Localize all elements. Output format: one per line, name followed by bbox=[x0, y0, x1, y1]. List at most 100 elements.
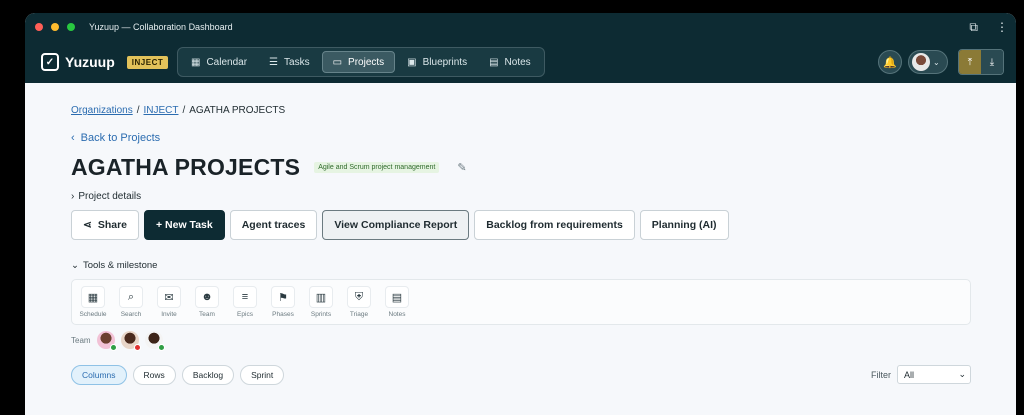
user-menu-button[interactable]: ⌄ bbox=[908, 50, 948, 74]
nav-tasks[interactable]: ☰ Tasks bbox=[259, 51, 320, 73]
tool-label: Schedule bbox=[79, 311, 107, 318]
view-columns-chip[interactable]: Columns bbox=[71, 365, 127, 385]
share-icon: ⋖ bbox=[83, 219, 92, 231]
filter-group: Filter All ⌄ bbox=[871, 365, 971, 384]
new-task-button[interactable]: + New Task bbox=[144, 210, 225, 240]
tool-invite[interactable]: ✉ Invite bbox=[152, 280, 186, 324]
breadcrumb-separator: / bbox=[136, 105, 140, 116]
app-name: Yuzuup bbox=[65, 54, 115, 70]
app-header: ✓ Yuzuup INJECT ▦ Calendar ☰ Tasks ▭ Pro… bbox=[25, 41, 1016, 83]
minimize-window-button[interactable] bbox=[51, 23, 59, 31]
avatar[interactable] bbox=[144, 331, 165, 351]
search-icon: ⌕ bbox=[119, 286, 143, 308]
logo-icon: ✓ bbox=[41, 53, 59, 71]
app-window: Yuzuup — Collaboration Dashboard ⧉ ⋮ ✓ Y… bbox=[25, 13, 1016, 415]
project-type-tag: Agile and Scrum project management bbox=[314, 162, 440, 173]
view-backlog-chip[interactable]: Backlog bbox=[181, 365, 235, 385]
tool-sprints[interactable]: ▥ Sprints bbox=[304, 280, 338, 324]
tool-triage[interactable]: ⛨ Triage bbox=[342, 280, 376, 324]
download-icon[interactable]: ⤓ bbox=[981, 50, 1003, 74]
back-to-projects-link[interactable]: ‹ Back to Projects bbox=[71, 132, 971, 144]
view-compliance-report-button[interactable]: View Compliance Report bbox=[322, 210, 470, 240]
notifications-button[interactable]: 🔔 bbox=[878, 50, 902, 74]
nav-calendar[interactable]: ▦ Calendar bbox=[181, 51, 257, 73]
tool-label: Triage bbox=[349, 311, 369, 318]
back-link-label: Back to Projects bbox=[80, 132, 161, 144]
project-details-toggle[interactable]: › Project details bbox=[71, 191, 971, 202]
maximize-window-button[interactable] bbox=[67, 23, 75, 31]
nav-notes[interactable]: ▤ Notes bbox=[479, 51, 541, 73]
close-window-button[interactable] bbox=[35, 23, 43, 31]
nav-label: Notes bbox=[504, 56, 531, 68]
tool-label: Sprints bbox=[310, 311, 332, 318]
tool-label: Search bbox=[120, 311, 142, 318]
shield-icon: ⛨ bbox=[347, 286, 371, 308]
tool-label: Epics bbox=[237, 311, 253, 318]
extensions-icon[interactable]: ⧉ bbox=[969, 20, 978, 35]
nav-label: Projects bbox=[348, 56, 385, 68]
main-nav: ▦ Calendar ☰ Tasks ▭ Projects ▣ Blueprin… bbox=[177, 47, 545, 77]
new-task-label: + New Task bbox=[156, 219, 213, 231]
tool-schedule[interactable]: ▦ Schedule bbox=[76, 280, 110, 324]
edit-icon[interactable]: ✎ bbox=[457, 161, 466, 174]
planning-ai-button[interactable]: Planning (AI) bbox=[639, 210, 729, 240]
view-switcher: Columns Rows Backlog Sprint Filter All ⌄ bbox=[71, 365, 971, 385]
notes-icon: ▤ bbox=[489, 56, 499, 68]
avatar[interactable] bbox=[96, 331, 117, 351]
mail-icon: ✉ bbox=[157, 286, 181, 308]
planning-label: Planning (AI) bbox=[651, 219, 717, 231]
calendar-icon: ▦ bbox=[191, 56, 201, 68]
share-button[interactable]: ⋖ Share bbox=[71, 210, 139, 240]
chevron-right-icon: › bbox=[71, 191, 75, 202]
tool-epics[interactable]: ≡ Epics bbox=[228, 280, 262, 324]
tool-notes[interactable]: ▤ Notes bbox=[380, 280, 414, 324]
window-title: Yuzuup — Collaboration Dashboard bbox=[89, 22, 233, 32]
title-bar: Yuzuup — Collaboration Dashboard ⧉ ⋮ bbox=[25, 13, 1016, 41]
tool-search[interactable]: ⌕ Search bbox=[114, 280, 148, 324]
upload-icon[interactable]: ⤒ bbox=[959, 50, 981, 74]
breadcrumb-organizations[interactable]: Organizations bbox=[71, 105, 133, 116]
tool-label: Invite bbox=[161, 311, 177, 318]
nav-label: Tasks bbox=[284, 56, 310, 68]
view-rows-chip[interactable]: Rows bbox=[132, 365, 176, 385]
team-row: Team bbox=[71, 331, 971, 351]
folder-icon: ▭ bbox=[332, 56, 343, 68]
notes-icon: ▤ bbox=[385, 286, 409, 308]
avatar bbox=[912, 53, 930, 71]
agent-traces-button[interactable]: Agent traces bbox=[229, 210, 318, 240]
nav-blueprints[interactable]: ▣ Blueprints bbox=[397, 51, 477, 73]
org-badge: INJECT bbox=[126, 55, 169, 69]
filter-value: All bbox=[904, 369, 915, 380]
team-label: Team bbox=[71, 335, 91, 345]
upload-download-group: ⤒ ⤓ bbox=[958, 49, 1004, 75]
columns-icon: ▥ bbox=[309, 286, 333, 308]
breadcrumb-inject[interactable]: INJECT bbox=[143, 105, 178, 116]
tools-toggle[interactable]: ⌄ Tools & milestone bbox=[71, 260, 971, 271]
tool-phases[interactable]: ⚑ Phases bbox=[266, 280, 300, 324]
tools-label: Tools & milestone bbox=[82, 260, 158, 271]
nav-projects[interactable]: ▭ Projects bbox=[321, 51, 396, 73]
chevron-down-icon: ⌄ bbox=[71, 260, 79, 271]
chevron-left-icon: ‹ bbox=[71, 132, 75, 144]
view-sprint-chip[interactable]: Sprint bbox=[240, 365, 285, 385]
share-label: Share bbox=[97, 219, 127, 231]
flag-icon: ⚑ bbox=[271, 286, 295, 308]
avatar[interactable] bbox=[120, 331, 141, 351]
backlog-from-requirements-button[interactable]: Backlog from requirements bbox=[474, 210, 635, 240]
epics-icon: ≡ bbox=[233, 286, 257, 308]
app-logo[interactable]: ✓ Yuzuup INJECT bbox=[41, 53, 169, 71]
filter-select[interactable]: All ⌄ bbox=[897, 365, 971, 384]
blueprints-icon: ▣ bbox=[407, 56, 417, 68]
more-menu-icon[interactable]: ⋮ bbox=[996, 20, 1008, 35]
action-bar: ⋖ Share + New Task Agent traces View Com… bbox=[71, 210, 971, 240]
tool-team[interactable]: ☻ Team bbox=[190, 280, 224, 324]
schedule-icon: ▦ bbox=[81, 286, 105, 308]
bell-icon: 🔔 bbox=[883, 56, 897, 69]
breadcrumb-separator: / bbox=[182, 105, 186, 116]
team-icon: ☻ bbox=[195, 286, 219, 308]
breadcrumb-current: AGATHA PROJECTS bbox=[189, 105, 286, 116]
page-title: AGATHA PROJECTS bbox=[71, 154, 301, 180]
agent-traces-label: Agent traces bbox=[241, 219, 306, 231]
nav-label: Blueprints bbox=[422, 56, 468, 68]
chevron-down-icon: ⌄ bbox=[933, 57, 940, 67]
